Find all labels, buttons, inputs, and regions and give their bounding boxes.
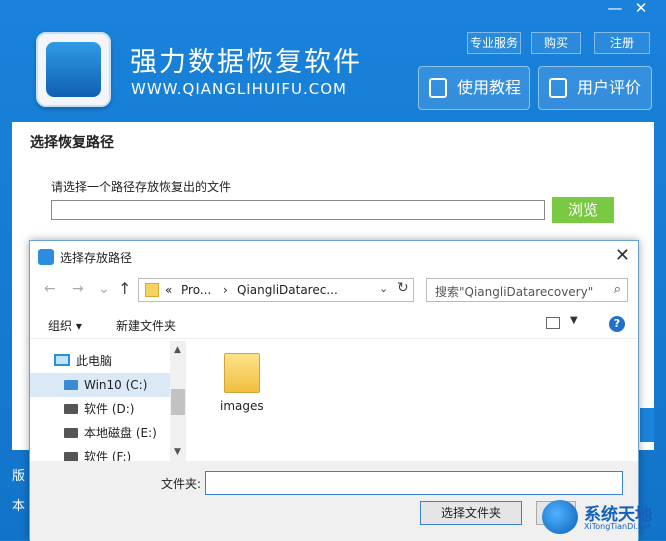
scroll-down-icon[interactable]: ▼ [174, 447, 181, 457]
path-input[interactable] [51, 200, 545, 220]
file-list: images [188, 341, 638, 461]
breadcrumb-overflow[interactable]: « [165, 283, 172, 297]
pro-service-link[interactable]: 专业服务 [467, 32, 521, 54]
sidebar-item-this-pc[interactable]: 此电脑 [30, 349, 170, 373]
help-icon[interactable]: ? [609, 316, 625, 332]
sidebar-item-d-drive[interactable]: 软件 (D:) [30, 397, 170, 421]
breadcrumb-program-files[interactable]: Pro... [181, 283, 211, 297]
sidebar-item-c-drive[interactable]: Win10 (C:) [30, 373, 170, 397]
breadcrumb-current[interactable]: QiangliDatarec... [237, 283, 338, 297]
up-arrow-icon[interactable]: ↑ [118, 279, 131, 298]
sidebar-item-label: 本地磁盘 (E:) [84, 426, 157, 440]
sidebar-item-e-drive[interactable]: 本地磁盘 (E:) [30, 421, 170, 445]
watermark-url: XiTongTianDi.net [584, 522, 652, 531]
sidebar-item-label: 软件 (F:) [84, 450, 132, 461]
buy-link[interactable]: 购买 [531, 32, 581, 54]
back-arrow-icon[interactable]: ← [44, 281, 56, 297]
path-prompt: 请选择一个路径存放恢复出的文件 [51, 180, 232, 194]
folder-name[interactable]: images [220, 399, 264, 413]
save-path-dialog: 选择存放路径 ✕ ← → ⌄ ↑ « Pro... › QiangliDatar… [29, 240, 639, 541]
scrollbar-thumb[interactable] [171, 389, 185, 415]
folder-icon [145, 283, 159, 297]
tutorial-button[interactable]: 使用教程 [418, 66, 530, 110]
new-folder-button[interactable]: 新建文件夹 [116, 317, 176, 334]
app-logo [36, 32, 111, 107]
search-placeholder: 搜索"QiangliDatarecovery" [435, 285, 594, 299]
reviews-button[interactable]: 用户评价 [538, 66, 652, 110]
comment-icon [549, 78, 567, 98]
computer-icon [54, 354, 70, 366]
refresh-icon[interactable]: ↻ [397, 280, 409, 296]
nav-row: ← → ⌄ ↑ « Pro... › QiangliDatarec... ⌄ ↻… [30, 275, 638, 305]
chevron-down-icon[interactable]: ▼ [570, 315, 578, 326]
reviews-label: 用户评价 [577, 78, 642, 97]
sidebar-item-label: Win10 (C:) [84, 378, 148, 392]
sidebar-item-label: 软件 (D:) [84, 402, 135, 416]
select-folder-button[interactable]: 选择文件夹 [420, 501, 522, 525]
dialog-close-button[interactable]: ✕ [615, 245, 630, 266]
drive-icon [64, 452, 78, 461]
search-icon: ⌕ [613, 282, 621, 297]
panel-edge-button[interactable] [640, 408, 654, 442]
panel-title: 选择恢复路径 [30, 135, 114, 151]
drive-icon [38, 249, 54, 265]
breadcrumb-separator: › [223, 283, 228, 297]
folder-icon[interactable] [224, 353, 260, 393]
dialog-toolbar: 组织 ▾ 新建文件夹 ▼ ? [30, 309, 638, 339]
scroll-up-icon[interactable]: ▲ [174, 345, 181, 355]
dialog-titlebar: 选择存放路径 ✕ [30, 241, 638, 273]
navigation-pane: 此电脑 Win10 (C:) 软件 (D:) 本地磁盘 (E:) 软件 (F:)… [30, 341, 186, 461]
organize-menu[interactable]: 组织 ▾ [48, 317, 82, 334]
app-title: 强力数据恢复软件 [130, 47, 362, 78]
drive-icon [64, 428, 78, 438]
dialog-title: 选择存放路径 [60, 251, 133, 265]
sidebar-item-label: 此电脑 [76, 354, 113, 368]
close-app-button[interactable]: ✕ [626, 0, 656, 18]
app-header: 强力数据恢复软件 WWW.QIANGLIHUIFU.COM — ✕ 专业服务 购… [0, 0, 666, 120]
browse-button[interactable]: 浏览 [552, 197, 614, 223]
view-options-icon[interactable] [546, 317, 560, 329]
forward-arrow-icon[interactable]: → [72, 281, 84, 297]
recent-locations-icon[interactable]: ⌄ [98, 281, 110, 297]
drive-icon [64, 380, 78, 390]
folder-field[interactable] [205, 471, 623, 495]
watermark-logo [542, 500, 578, 534]
sidebar-item-f-drive[interactable]: 软件 (F:) [30, 445, 170, 461]
tutorial-label: 使用教程 [457, 78, 522, 97]
folder-field-label: 文件夹: [161, 477, 202, 491]
address-bar[interactable]: « Pro... › QiangliDatarec... ⌄ ↻ [138, 278, 414, 302]
site-watermark: 系统天地 XiTongTianDi.net [536, 496, 664, 538]
register-link[interactable]: 注册 [594, 32, 650, 54]
chevron-down-icon[interactable]: ⌄ [379, 282, 388, 295]
app-url: WWW.QIANGLIHUIFU.COM [131, 80, 347, 98]
document-icon [429, 78, 447, 98]
version-label: 版本 [12, 469, 26, 514]
drive-icon [64, 404, 78, 414]
search-input[interactable]: 搜索"QiangliDatarecovery" ⌕ [426, 278, 628, 302]
drive-icon [46, 42, 101, 97]
sidebar-scrollbar[interactable]: ▲ ▼ [170, 341, 186, 461]
